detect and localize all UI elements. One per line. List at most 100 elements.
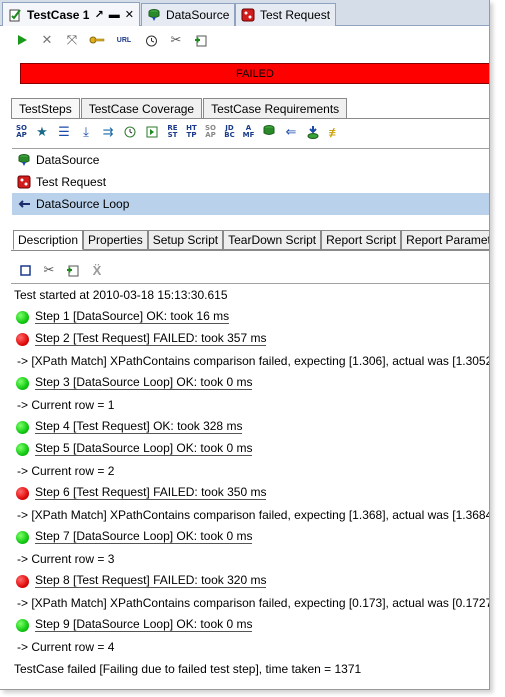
step-result-link[interactable]: Step 1 [DataSource] OK: took 16 ms bbox=[35, 310, 230, 324]
amf-step-button[interactable]: A MF bbox=[242, 125, 255, 140]
datasource-add-icon[interactable] bbox=[261, 124, 277, 140]
log-text: -> [XPath Match] XPathContains compariso… bbox=[17, 596, 490, 610]
log-line[interactable]: Step 3 [DataSource Loop] OK: took 0 ms bbox=[14, 372, 489, 394]
tab-test-request[interactable]: Test Request bbox=[235, 3, 337, 26]
run-icon[interactable] bbox=[14, 32, 30, 48]
step-label: Test Request bbox=[36, 175, 107, 189]
log-line[interactable]: Step 6 [Test Request] FAILED: took 350 m… bbox=[14, 482, 489, 504]
filter-icon[interactable]: Ẍ bbox=[89, 262, 105, 278]
list-item[interactable]: Test Request bbox=[12, 171, 489, 193]
log-line: -> Current row = 2 bbox=[14, 460, 489, 482]
log-line[interactable]: Step 7 [DataSource Loop] OK: took 0 ms bbox=[14, 526, 489, 548]
log-text: -> Current row = 1 bbox=[17, 398, 115, 412]
step-result-link[interactable]: Step 5 [DataSource Loop] OK: took 0 ms bbox=[35, 442, 253, 456]
tab-label: Setup Script bbox=[152, 233, 219, 247]
stopwatch-icon[interactable] bbox=[143, 32, 159, 48]
star-icon[interactable]: ★ bbox=[34, 124, 50, 140]
tab-teststeps[interactable]: TestSteps bbox=[11, 98, 80, 118]
tab-properties[interactable]: Properties bbox=[83, 230, 148, 250]
step-result-link[interactable]: Step 4 [Test Request] OK: took 328 ms bbox=[35, 420, 243, 434]
tab-setup-script[interactable]: Setup Script bbox=[147, 230, 224, 250]
testcase-toolbar: ✕ ⤧ URL ✂ bbox=[0, 28, 489, 52]
goto-icon[interactable] bbox=[144, 124, 160, 140]
test-steps-tabs: TestSteps TestCase Coverage TestCase Req… bbox=[11, 98, 348, 118]
log-text: -> Current row = 4 bbox=[17, 640, 115, 654]
log-line: Test started at 2010-03-18 15:13:30.615 bbox=[14, 284, 489, 306]
delay-icon[interactable] bbox=[122, 124, 138, 140]
list-item[interactable]: DataSource bbox=[12, 149, 489, 171]
list-item[interactable]: DataSource Loop bbox=[12, 193, 489, 215]
move-down-icon[interactable]: ⤓ bbox=[78, 124, 94, 140]
testcase-icon bbox=[8, 8, 22, 22]
tab-label: Test Request bbox=[260, 8, 331, 22]
transfer-icon[interactable]: ⇉ bbox=[100, 124, 116, 140]
log-line[interactable]: Step 8 [Test Request] FAILED: took 320 m… bbox=[14, 570, 489, 592]
close-icon[interactable]: ✕ bbox=[125, 8, 134, 21]
tab-description[interactable]: Description bbox=[13, 230, 84, 250]
tab-label: TestCase Coverage bbox=[88, 101, 195, 116]
test-request-icon bbox=[17, 175, 31, 189]
log-line[interactable]: Step 4 [Test Request] OK: took 328 ms bbox=[14, 416, 489, 438]
log-line[interactable]: Step 1 [DataSource] OK: took 16 ms bbox=[14, 306, 489, 328]
tab-teardown-script[interactable]: TearDown Script bbox=[223, 230, 322, 250]
http-step-button[interactable]: HT TP bbox=[185, 125, 198, 140]
list-icon[interactable]: ☰ bbox=[56, 124, 72, 140]
rest-step-button[interactable]: RE ST bbox=[166, 125, 179, 140]
step-result-link[interactable]: Step 8 [Test Request] FAILED: took 320 m… bbox=[35, 574, 267, 588]
log-text: -> Current row = 2 bbox=[17, 464, 115, 478]
log-line[interactable]: Step 2 [Test Request] FAILED: took 357 m… bbox=[14, 328, 489, 350]
steps-toolbar: SO AP ★ ☰ ⤓ ⇉ RE ST HT TP SO AP JD BC A … bbox=[15, 122, 343, 142]
status-ok-icon bbox=[16, 420, 29, 434]
status-ok-icon bbox=[16, 530, 29, 544]
loop-icon[interactable]: ⤧ bbox=[64, 32, 80, 48]
step-result-link[interactable]: Step 6 [Test Request] FAILED: took 350 m… bbox=[35, 486, 267, 500]
step-result-link[interactable]: Step 2 [Test Request] FAILED: took 357 m… bbox=[35, 332, 267, 346]
minimize-icon[interactable]: ▬ bbox=[109, 9, 120, 21]
log-line: -> Current row = 3 bbox=[14, 548, 489, 570]
soap-step-button[interactable]: SO AP bbox=[15, 125, 28, 140]
log-toolbar: ✂ Ẍ bbox=[17, 261, 105, 279]
tools-icon[interactable]: ✂ bbox=[168, 32, 184, 48]
test-request-icon bbox=[241, 8, 255, 22]
log-line: -> [XPath Match] XPathContains compariso… bbox=[14, 592, 490, 614]
status-text: FAILED bbox=[236, 67, 274, 80]
tab-datasource[interactable]: DataSource bbox=[141, 3, 236, 26]
key-icon[interactable] bbox=[89, 32, 105, 48]
jdbc-step-button[interactable]: JD BC bbox=[223, 125, 236, 140]
editor-tab-bar: TestCase 1 ↗ ▬ ✕ DataSource Test Request bbox=[0, 0, 489, 26]
tools-icon[interactable]: ✂ bbox=[41, 262, 57, 278]
datasource-icon bbox=[147, 8, 161, 22]
tab-report-script[interactable]: Report Script bbox=[321, 230, 402, 250]
datasink-icon[interactable] bbox=[305, 124, 321, 140]
tab-label: TestCase Requirements bbox=[211, 101, 340, 116]
tab-testcase-requirements[interactable]: TestCase Requirements bbox=[203, 98, 348, 118]
url-button[interactable]: URL bbox=[114, 32, 134, 48]
loop-arrow-icon[interactable]: ⇐ bbox=[283, 124, 299, 140]
test-run-log: Test started at 2010-03-18 15:13:30.615 S… bbox=[11, 283, 490, 683]
step-label: DataSource Loop bbox=[36, 197, 130, 211]
conditional-icon[interactable]: ≢ bbox=[327, 124, 343, 140]
tab-label: Report Script bbox=[326, 233, 397, 247]
log-text: -> Current row = 3 bbox=[17, 552, 115, 566]
cancel-icon[interactable]: ✕ bbox=[39, 32, 55, 48]
log-line[interactable]: Step 9 [DataSource Loop] OK: took 0 ms bbox=[14, 614, 489, 636]
status-failed-icon bbox=[16, 486, 29, 500]
tab-testcase-coverage[interactable]: TestCase Coverage bbox=[80, 98, 203, 118]
log-line: -> Current row = 1 bbox=[14, 394, 489, 416]
log-text: TestCase failed [Failing due to failed t… bbox=[14, 662, 362, 676]
add-step-icon[interactable] bbox=[193, 32, 209, 48]
tab-label: Report Parameters bbox=[406, 233, 490, 247]
tab-testcase-1[interactable]: TestCase 1 ↗ ▬ ✕ bbox=[2, 2, 140, 26]
add-step-icon[interactable] bbox=[65, 262, 81, 278]
pin-icon[interactable]: ↗ bbox=[94, 8, 103, 21]
step-result-link[interactable]: Step 9 [DataSource Loop] OK: took 0 ms bbox=[35, 618, 253, 632]
step-result-link[interactable]: Step 3 [DataSource Loop] OK: took 0 ms bbox=[35, 376, 253, 390]
log-text: Test started at 2010-03-18 15:13:30.615 bbox=[14, 288, 228, 302]
soap-mock-button[interactable]: SO AP bbox=[204, 125, 217, 140]
tab-report-parameters[interactable]: Report Parameters bbox=[401, 230, 490, 250]
clear-log-icon[interactable] bbox=[17, 262, 33, 278]
status-ok-icon bbox=[16, 618, 29, 632]
log-line[interactable]: Step 5 [DataSource Loop] OK: took 0 ms bbox=[14, 438, 489, 460]
status-failed-icon bbox=[16, 574, 29, 588]
step-result-link[interactable]: Step 7 [DataSource Loop] OK: took 0 ms bbox=[35, 530, 253, 544]
